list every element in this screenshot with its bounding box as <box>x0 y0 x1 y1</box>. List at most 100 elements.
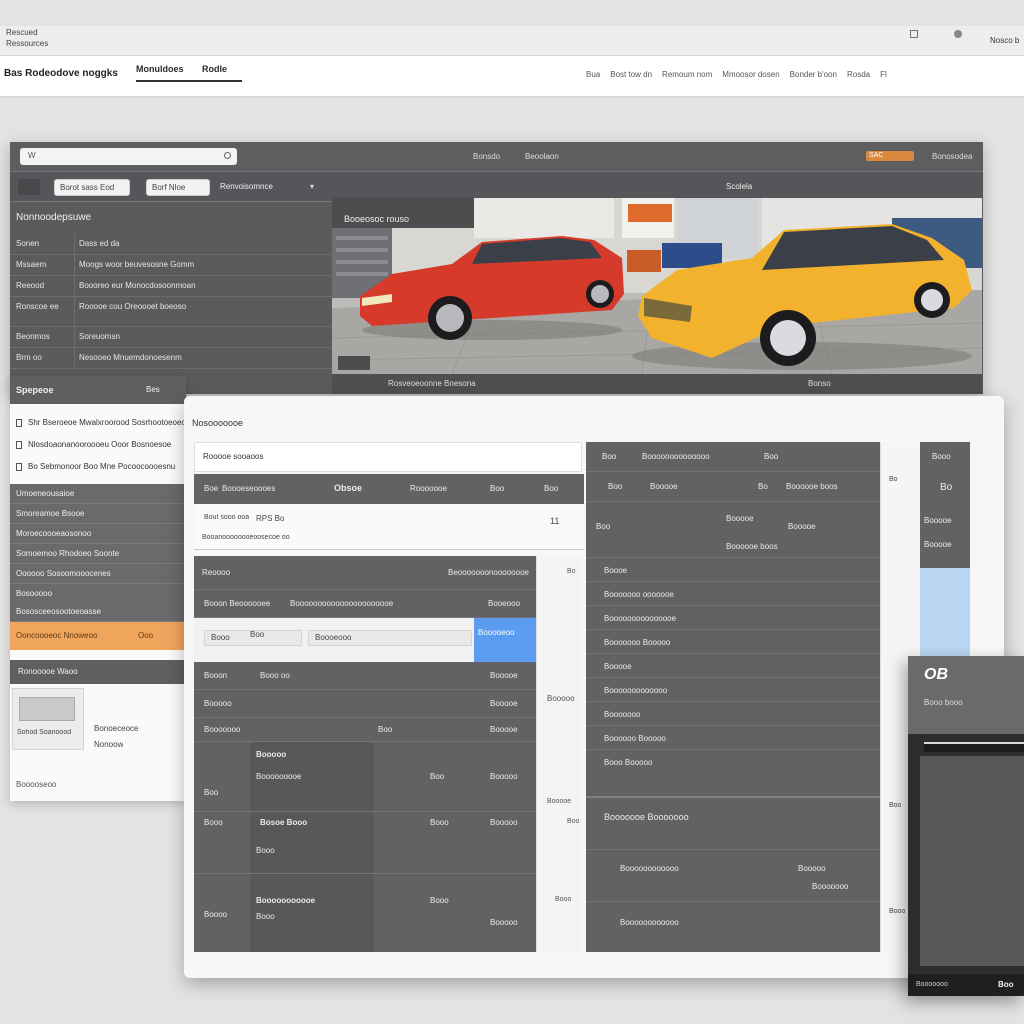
cell: Booooooooooe <box>256 896 316 905</box>
filter-button[interactable]: Borf Nloe <box>146 179 210 196</box>
nav-link[interactable]: Rosda <box>847 70 870 79</box>
section-row[interactable]: Booooooe Booooooo <box>586 798 880 850</box>
table-head-cell[interactable]: Reoooo <box>202 568 230 577</box>
cell: Boooe <box>604 566 628 575</box>
grid-icon[interactable] <box>18 179 40 195</box>
detail-line: Bout sooo ooa <box>204 514 250 521</box>
search-icon[interactable] <box>224 152 231 159</box>
scroll-column[interactable]: Booo Bo Booooe Booooe <box>920 442 970 568</box>
light-blue-column[interactable] <box>920 568 970 658</box>
nav-link[interactable]: Remoum nom <box>662 70 712 79</box>
group-row[interactable]: Boooo Booooooooooe Booo Booo Booooo <box>194 874 536 952</box>
menu-item[interactable]: Somoemoo Rhodoeo Soonte <box>10 544 186 564</box>
list-item[interactable]: Bo Sebmonoor Boo Mne Pocoocoooesnu <box>10 456 186 478</box>
photo-caption-right[interactable]: Bonso <box>808 374 831 394</box>
menu-item[interactable]: Bosooooo <box>10 584 186 604</box>
table-row[interactable]: Sonen Dass ed da <box>10 234 332 255</box>
menu-item[interactable]: Oooooo Sosoomooocenes <box>10 564 186 584</box>
table-row[interactable]: Booon Booo oo Booooe <box>194 662 536 690</box>
table-row[interactable]: Beonmos Soreuomsn <box>10 327 332 348</box>
table-row[interactable]: Ronscoe ee Rooooe cou Oreoooet boeoso <box>10 297 332 327</box>
list-row[interactable]: Boooooo Booooo <box>586 726 880 750</box>
group-row[interactable]: Boo Booooo Booooooooe Boo Booooo <box>194 742 536 812</box>
panel-header-title: Spepeoe <box>16 385 54 395</box>
table-head-cell[interactable]: Beooooooonoooooooe <box>448 568 529 577</box>
table-sub-row[interactable]: Booon Beoooooee Boooooooooooooooooooooe … <box>194 590 536 618</box>
cell: Bosoe Booo <box>260 818 308 827</box>
list-row[interactable]: Booo Booooo <box>586 750 880 798</box>
tab-active[interactable]: Monuldoes Rodle <box>136 62 242 82</box>
list-row[interactable]: Boooooooooooo <box>586 902 880 952</box>
subtitle-field[interactable]: Rooooe sooaoos <box>194 442 582 472</box>
nav-link[interactable]: Fl <box>880 70 887 79</box>
nav-link[interactable]: Bost tow dn <box>610 70 652 79</box>
checkbox-icon[interactable] <box>16 418 22 427</box>
nav-link[interactable]: Bonder b'oon <box>790 70 837 79</box>
table-row[interactable]: Brm oo Nesooeo Mnuemdonoesenm <box>10 348 332 369</box>
chevron-down-icon[interactable]: ▾ <box>310 182 314 191</box>
head-cell[interactable]: Boo <box>602 452 616 461</box>
menu-item[interactable]: Smoreamoe Bsooe <box>10 504 186 524</box>
nav-link[interactable]: Bua <box>586 70 600 79</box>
tab-text[interactable]: Renvoisomnce <box>220 182 273 191</box>
header-cell[interactable]: Boo <box>490 484 504 493</box>
menu-item[interactable]: Umoeneousaioe <box>10 484 186 504</box>
group-row[interactable]: Booo Bosoe Booo Booo Booo Booooo <box>194 812 536 874</box>
toolbar-badge[interactable]: SAC <box>866 151 914 161</box>
user-icon[interactable] <box>954 30 962 38</box>
list-row[interactable]: Booooooooooooo <box>586 678 880 702</box>
list-row[interactable]: Boooooooooooo Booooo Booooooo <box>586 850 880 902</box>
thumbnail[interactable]: Sohod Soanoood <box>12 688 84 750</box>
window-toolbar: W Bonsdo Beoolaon SAC Bonosodea <box>10 142 983 172</box>
input-cell[interactable]: Boo <box>250 630 264 639</box>
head-cell[interactable]: Boo <box>764 452 778 461</box>
floating-card[interactable]: OB Booo booo Booooooo Boo <box>908 656 1024 996</box>
header-cell[interactable]: Boo <box>544 484 558 493</box>
grid-icon[interactable] <box>910 30 918 38</box>
cell: Booo <box>204 818 223 827</box>
toolbar-label[interactable]: Beoolaon <box>525 152 559 161</box>
table-row[interactable]: Mssaem Moogs woor beuvesosne Gomm <box>10 255 332 276</box>
nav-link[interactable]: Mmoosor dosen <box>722 70 779 79</box>
car-photo[interactable] <box>332 198 982 374</box>
menu-item[interactable]: Bososceeosootoeoasse <box>10 602 186 622</box>
list-row[interactable]: Booooooo Booooo <box>586 630 880 654</box>
list-row[interactable]: Booooooo <box>586 702 880 726</box>
menu-item[interactable]: Moroecoooeaosonoo <box>10 524 186 544</box>
filter-button[interactable]: Borot sass Eod <box>54 179 130 196</box>
list-item[interactable]: Shr Bseroeoe Mwalxroorood Sosrhootoeoeoe <box>10 412 186 434</box>
checkbox-icon[interactable] <box>16 462 22 471</box>
header-cell[interactable]: Boe <box>204 484 218 493</box>
right-info-row[interactable]: Boo Booooe Boooooe boos Booooe <box>586 502 880 558</box>
account-label[interactable]: Nosco b <box>990 36 1019 45</box>
list-row[interactable]: Boooe <box>586 558 880 582</box>
header-cell[interactable]: Rooooooe <box>410 484 447 493</box>
tab-active-label: Monuldoes <box>136 64 184 74</box>
list-row[interactable]: Booooooo ooooooe <box>586 582 880 606</box>
list-row[interactable]: Booooooooooooooe <box>586 606 880 630</box>
header-cell[interactable]: Boooeseoooes <box>222 484 275 493</box>
right-sub-row[interactable]: Boo Booooe Bo Boooooe boos <box>586 472 880 502</box>
table-row[interactable]: Booooo Booooe <box>194 690 536 718</box>
cell: Booooooo ooooooe <box>604 590 674 599</box>
header-cell[interactable]: Obsoe <box>334 483 362 493</box>
menu-item-highlighted[interactable]: Ooncoooeoc Nnoweoo Ooo <box>10 622 186 650</box>
resources-menu[interactable]: Ressources <box>6 39 48 48</box>
input-cell[interactable]: Boooeooo <box>308 630 472 646</box>
table-row[interactable]: Reeood Boooreo eur Monocdosoonmoan <box>10 276 332 297</box>
toolbar-right-label[interactable]: Bonosodea <box>932 152 972 161</box>
head-cell[interactable]: Boooooooooooooo <box>642 452 710 461</box>
row-value: Boooreo eur Monocdosoonmoan <box>74 276 324 296</box>
toolbar-label[interactable]: Bonsdo <box>473 152 500 161</box>
card-header: OB Booo booo <box>908 656 1024 734</box>
selected-row[interactable]: Booo Boo Boooeooo Booooeoo <box>194 618 536 662</box>
checkbox-icon[interactable] <box>16 440 22 449</box>
footer-note: Booooseoo <box>16 780 57 789</box>
cell: Booooo <box>256 750 287 759</box>
list-item[interactable]: Nlosdoaonanooroooeu Ooor Bosnoesoe <box>10 434 186 456</box>
selected-cell[interactable]: Booooeoo <box>474 618 536 662</box>
brand-logo[interactable]: Bas Rodeodove noggks <box>4 68 118 79</box>
table-row[interactable]: Booooooo Boo Booooe <box>194 718 536 742</box>
list-row[interactable]: Booooe <box>586 654 880 678</box>
search-input[interactable]: W <box>20 148 237 165</box>
